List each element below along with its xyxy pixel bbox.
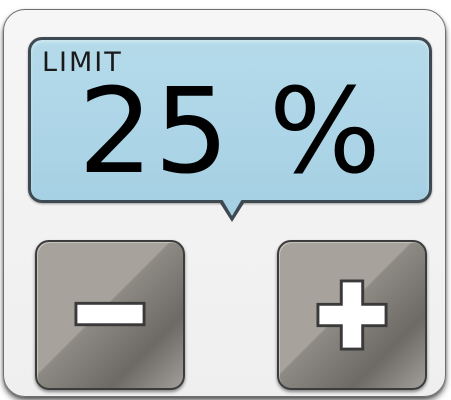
increase-button[interactable] [277, 240, 427, 390]
limit-value: 25 % [78, 62, 382, 200]
minus-icon [74, 301, 146, 327]
plus-icon [316, 279, 388, 351]
decrease-button[interactable] [35, 240, 185, 390]
limit-display: LIMIT 25 % [28, 37, 432, 203]
limit-control-panel: LIMIT 25 % [3, 9, 446, 397]
display-pointer-fill [222, 199, 242, 216]
